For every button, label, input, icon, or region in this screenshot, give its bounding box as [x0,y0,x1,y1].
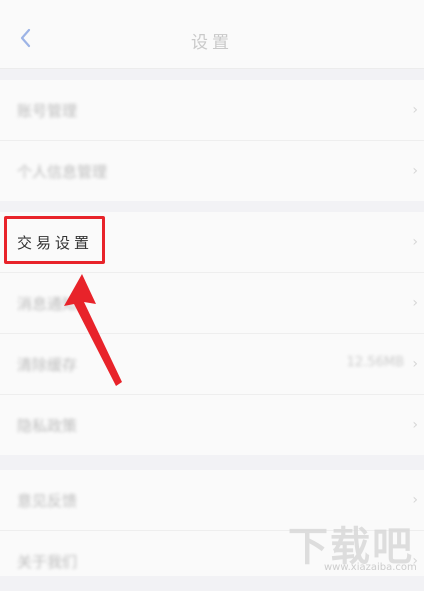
chevron-right-icon: › [412,356,418,372]
navigation-bar: 设置 [0,10,424,69]
red-arrow-icon [64,274,122,386]
highlight-box [4,216,105,264]
page-title: 设置 [191,33,233,53]
settings-item-label: 隐私政策 [17,417,78,435]
settings-item-label: 关于我们 [17,553,78,571]
settings-item-label: 账号管理 [17,102,78,120]
chevron-right-icon: › [412,102,418,118]
settings-section-account: 账号管理 › 个人信息管理 › [0,80,424,201]
chevron-right-icon: › [412,492,418,508]
chevron-right-icon: › [412,417,418,433]
status-bar [0,0,424,10]
watermark-url: www.xiazaiba.com [324,562,417,573]
settings-item-personal-info[interactable]: 个人信息管理 › [0,141,424,201]
settings-item-privacy[interactable]: 隐私政策 › [0,395,424,455]
settings-item-account[interactable]: 账号管理 › [0,80,424,141]
chevron-right-icon: › [412,295,418,311]
settings-item-label: 个人信息管理 [17,163,108,181]
settings-item-label: 意见反馈 [17,492,78,510]
chevron-right-icon: › [412,234,418,250]
watermark: 下载吧 www.xiazaiba.com [280,514,424,576]
cache-size-value: 12.56MB [346,355,404,370]
chevron-right-icon: › [412,163,418,179]
